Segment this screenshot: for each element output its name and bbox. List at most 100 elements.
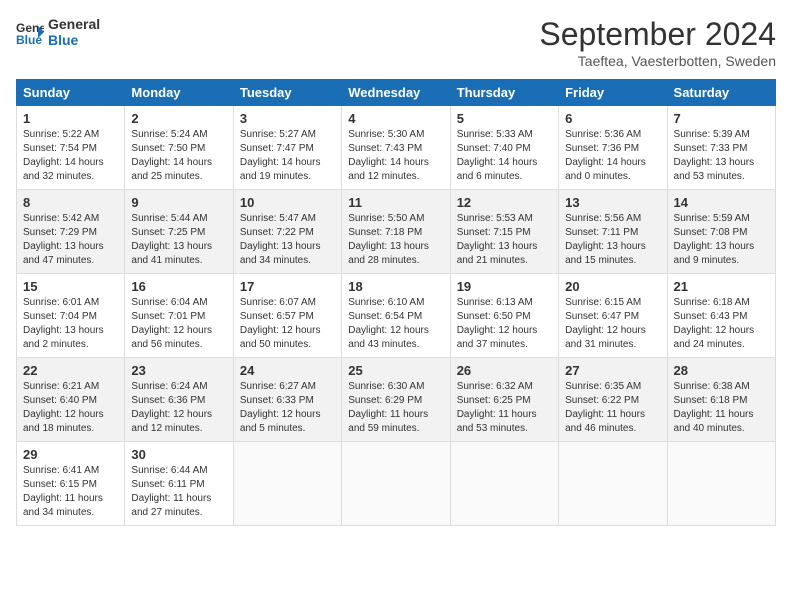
day-number: 10	[240, 195, 335, 210]
day-number: 18	[348, 279, 443, 294]
calendar-cell: 4 Sunrise: 5:30 AM Sunset: 7:43 PM Daylig…	[342, 106, 450, 190]
weekday-header-saturday: Saturday	[667, 80, 775, 106]
cell-info: Sunrise: 6:07 AM Sunset: 6:57 PM Dayligh…	[240, 296, 335, 352]
calendar-cell: 27Sunrise: 6:35 AM Sunset: 6:22 PM Dayli…	[559, 358, 667, 442]
cell-info: Sunrise: 6:24 AM Sunset: 6:36 PM Dayligh…	[131, 380, 226, 436]
weekday-header-wednesday: Wednesday	[342, 80, 450, 106]
calendar-cell: 1Sunrise: 5:22 AM Sunset: 7:54 PM Daylig…	[17, 106, 125, 190]
week-row-3: 15Sunrise: 6:01 AM Sunset: 7:04 PM Dayli…	[17, 274, 776, 358]
day-number: 20	[565, 279, 660, 294]
calendar-cell: 30 Sunrise: 6:44 AM Sunset: 6:11 PM Dayli…	[125, 442, 233, 526]
calendar-cell: 17 Sunrise: 6:07 AM Sunset: 6:57 PM Dayli…	[233, 274, 341, 358]
day-number: 6	[565, 111, 660, 126]
cell-info: Sunrise: 5:24 AM Sunset: 7:50 PM Dayligh…	[131, 128, 226, 184]
cell-info: Sunrise: 5:44 AM Sunset: 7:25 PM Dayligh…	[131, 212, 226, 268]
day-number: 29	[23, 447, 118, 462]
calendar-cell: 21 Sunrise: 6:18 AM Sunset: 6:43 PM Dayli…	[667, 274, 775, 358]
cell-info: Sunrise: 5:47 AM Sunset: 7:22 PM Dayligh…	[240, 212, 335, 268]
page-header: General Blue General Blue September 2024…	[16, 16, 776, 69]
calendar-cell	[342, 442, 450, 526]
calendar-cell: 13 Sunrise: 5:56 AM Sunset: 7:11 PM Dayli…	[559, 190, 667, 274]
cell-info: Sunrise: 5:50 AM Sunset: 7:18 PM Dayligh…	[348, 212, 443, 268]
cell-info: Sunrise: 6:35 AM Sunset: 6:22 PM Dayligh…	[565, 380, 660, 436]
calendar-cell: 15Sunrise: 6:01 AM Sunset: 7:04 PM Dayli…	[17, 274, 125, 358]
calendar-cell: 7 Sunrise: 5:39 AM Sunset: 7:33 PM Daylig…	[667, 106, 775, 190]
cell-info: Sunrise: 6:32 AM Sunset: 6:25 PM Dayligh…	[457, 380, 552, 436]
calendar-cell	[233, 442, 341, 526]
cell-info: Sunrise: 6:10 AM Sunset: 6:54 PM Dayligh…	[348, 296, 443, 352]
day-number: 12	[457, 195, 552, 210]
cell-info: Sunrise: 6:27 AM Sunset: 6:33 PM Dayligh…	[240, 380, 335, 436]
day-number: 7	[674, 111, 769, 126]
calendar-table: SundayMondayTuesdayWednesdayThursdayFrid…	[16, 79, 776, 526]
day-number: 5	[457, 111, 552, 126]
day-number: 17	[240, 279, 335, 294]
day-number: 16	[131, 279, 226, 294]
weekday-header-monday: Monday	[125, 80, 233, 106]
cell-info: Sunrise: 5:42 AM Sunset: 7:29 PM Dayligh…	[23, 212, 118, 268]
day-number: 15	[23, 279, 118, 294]
day-number: 14	[674, 195, 769, 210]
calendar-cell: 18 Sunrise: 6:10 AM Sunset: 6:54 PM Dayli…	[342, 274, 450, 358]
cell-info: Sunrise: 5:56 AM Sunset: 7:11 PM Dayligh…	[565, 212, 660, 268]
calendar-cell: 19Sunrise: 6:13 AM Sunset: 6:50 PM Dayli…	[450, 274, 558, 358]
weekday-header-friday: Friday	[559, 80, 667, 106]
day-number: 28	[674, 363, 769, 378]
week-row-1: 1Sunrise: 5:22 AM Sunset: 7:54 PM Daylig…	[17, 106, 776, 190]
calendar-cell: 14 Sunrise: 5:59 AM Sunset: 7:08 PM Dayli…	[667, 190, 775, 274]
cell-info: Sunrise: 6:38 AM Sunset: 6:18 PM Dayligh…	[674, 380, 769, 436]
week-row-5: 29 Sunrise: 6:41 AM Sunset: 6:15 PM Dayli…	[17, 442, 776, 526]
calendar-cell: 6 Sunrise: 5:36 AM Sunset: 7:36 PM Daylig…	[559, 106, 667, 190]
day-number: 22	[23, 363, 118, 378]
day-number: 19	[457, 279, 552, 294]
cell-info: Sunrise: 5:27 AM Sunset: 7:47 PM Dayligh…	[240, 128, 335, 184]
calendar-cell: 11 Sunrise: 5:50 AM Sunset: 7:18 PM Dayli…	[342, 190, 450, 274]
day-number: 4	[348, 111, 443, 126]
day-number: 24	[240, 363, 335, 378]
cell-info: Sunrise: 5:53 AM Sunset: 7:15 PM Dayligh…	[457, 212, 552, 268]
day-number: 8	[23, 195, 118, 210]
cell-info: Sunrise: 6:15 AM Sunset: 6:47 PM Dayligh…	[565, 296, 660, 352]
day-number: 30	[131, 447, 226, 462]
calendar-cell: 16 Sunrise: 6:04 AM Sunset: 7:01 PM Dayli…	[125, 274, 233, 358]
calendar-cell: 5 Sunrise: 5:33 AM Sunset: 7:40 PM Daylig…	[450, 106, 558, 190]
calendar-subtitle: Taeftea, Vaesterbotten, Sweden	[539, 53, 776, 69]
calendar-title: September 2024	[539, 16, 776, 53]
day-number: 2	[131, 111, 226, 126]
calendar-cell: 24 Sunrise: 6:27 AM Sunset: 6:33 PM Dayli…	[233, 358, 341, 442]
calendar-cell: 3 Sunrise: 5:27 AM Sunset: 7:47 PM Daylig…	[233, 106, 341, 190]
logo: General Blue General Blue	[16, 16, 100, 48]
day-number: 26	[457, 363, 552, 378]
cell-info: Sunrise: 5:33 AM Sunset: 7:40 PM Dayligh…	[457, 128, 552, 184]
day-number: 21	[674, 279, 769, 294]
day-number: 3	[240, 111, 335, 126]
calendar-cell: 10 Sunrise: 5:47 AM Sunset: 7:22 PM Dayli…	[233, 190, 341, 274]
week-row-4: 22 Sunrise: 6:21 AM Sunset: 6:40 PM Dayli…	[17, 358, 776, 442]
calendar-cell: 26 Sunrise: 6:32 AM Sunset: 6:25 PM Dayli…	[450, 358, 558, 442]
calendar-cell	[450, 442, 558, 526]
calendar-cell: 9 Sunrise: 5:44 AM Sunset: 7:25 PM Daylig…	[125, 190, 233, 274]
day-number: 13	[565, 195, 660, 210]
cell-info: Sunrise: 6:30 AM Sunset: 6:29 PM Dayligh…	[348, 380, 443, 436]
cell-info: Sunrise: 6:41 AM Sunset: 6:15 PM Dayligh…	[23, 464, 118, 520]
cell-info: Sunrise: 6:21 AM Sunset: 6:40 PM Dayligh…	[23, 380, 118, 436]
day-number: 25	[348, 363, 443, 378]
cell-info: Sunrise: 6:44 AM Sunset: 6:11 PM Dayligh…	[131, 464, 226, 520]
cell-info: Sunrise: 5:36 AM Sunset: 7:36 PM Dayligh…	[565, 128, 660, 184]
weekday-header-thursday: Thursday	[450, 80, 558, 106]
cell-info: Sunrise: 5:39 AM Sunset: 7:33 PM Dayligh…	[674, 128, 769, 184]
cell-info: Sunrise: 5:22 AM Sunset: 7:54 PM Dayligh…	[23, 128, 118, 184]
cell-info: Sunrise: 5:30 AM Sunset: 7:43 PM Dayligh…	[348, 128, 443, 184]
cell-info: Sunrise: 6:04 AM Sunset: 7:01 PM Dayligh…	[131, 296, 226, 352]
calendar-cell: 20 Sunrise: 6:15 AM Sunset: 6:47 PM Dayli…	[559, 274, 667, 358]
title-block: September 2024 Taeftea, Vaesterbotten, S…	[539, 16, 776, 69]
calendar-cell: 12 Sunrise: 5:53 AM Sunset: 7:15 PM Dayli…	[450, 190, 558, 274]
weekday-header-tuesday: Tuesday	[233, 80, 341, 106]
cell-info: Sunrise: 5:59 AM Sunset: 7:08 PM Dayligh…	[674, 212, 769, 268]
day-number: 9	[131, 195, 226, 210]
logo-line2: Blue	[48, 32, 100, 48]
cell-info: Sunrise: 6:18 AM Sunset: 6:43 PM Dayligh…	[674, 296, 769, 352]
calendar-cell: 29 Sunrise: 6:41 AM Sunset: 6:15 PM Dayli…	[17, 442, 125, 526]
calendar-cell: 28 Sunrise: 6:38 AM Sunset: 6:18 PM Dayli…	[667, 358, 775, 442]
day-number: 11	[348, 195, 443, 210]
